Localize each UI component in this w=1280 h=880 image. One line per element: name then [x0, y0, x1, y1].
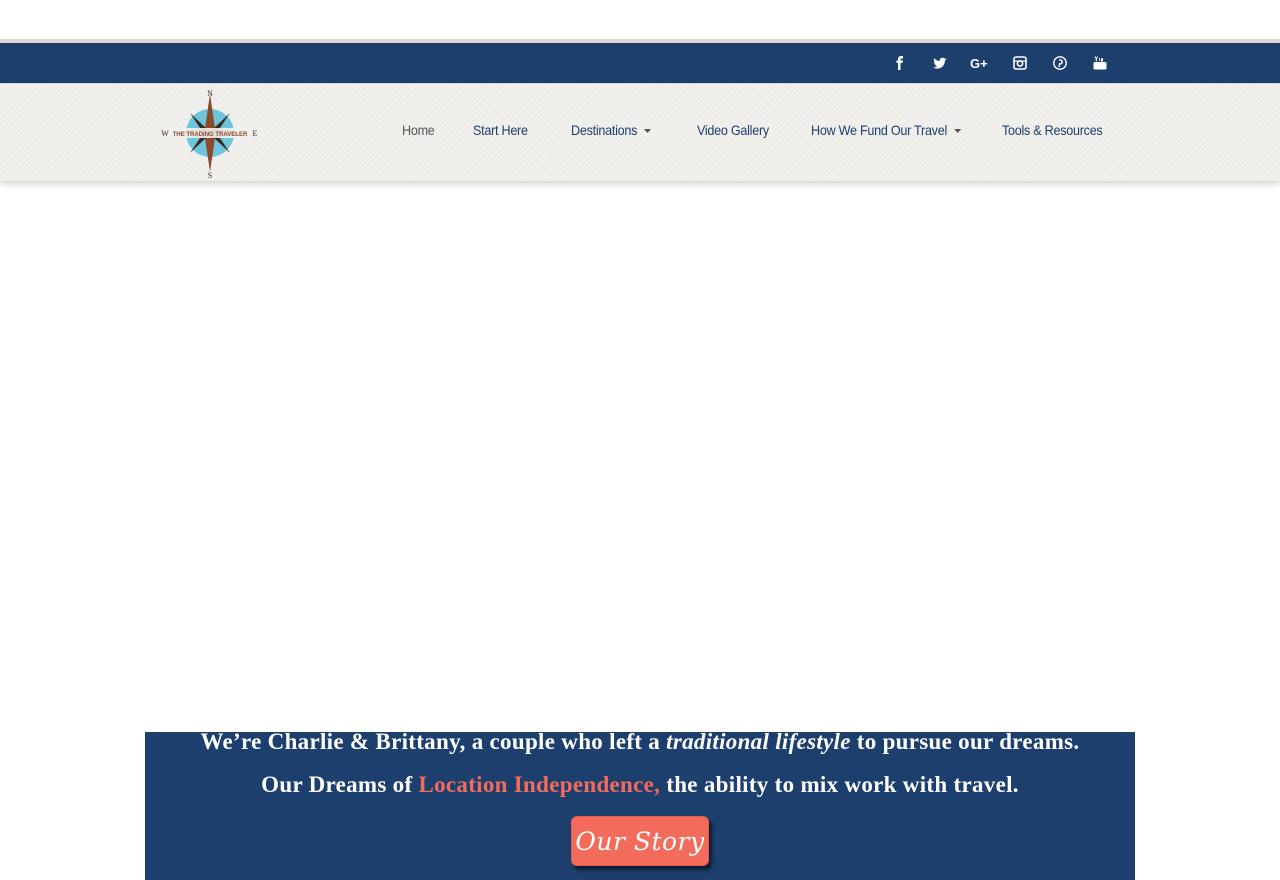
youtube-icon[interactable] [1090, 53, 1110, 73]
caret-down-icon [954, 129, 962, 134]
svg-text:G+: G+ [970, 56, 988, 70]
logo-west: W [161, 129, 169, 138]
logo-text: THE TRADING TRAVELER [173, 132, 248, 138]
nav-start-here-label: Start Here [473, 122, 528, 138]
intro-line-2-start: Our Dreams of [261, 772, 419, 797]
nav-video-gallery[interactable]: Video Gallery [697, 122, 769, 138]
our-story-button-label: Our Story [575, 826, 705, 856]
intro-line-1: We’re Charlie & Brittany, a couple who l… [145, 729, 1135, 755]
top-whitespace [0, 0, 1280, 40]
site-logo[interactable]: THE TRADING TRAVELER N E S W [160, 86, 260, 180]
social-bar: G+ [0, 43, 1280, 83]
intro-line-2: Our Dreams of Location Independence, the… [145, 772, 1135, 798]
intro-line-1-emphasis: traditional lifestyle [666, 729, 851, 754]
nav-tools-resources[interactable]: Tools & Resources [1002, 122, 1103, 138]
intro-line-1-end: to pursue our dreams. [850, 729, 1080, 754]
intro-line-1-start: We’re Charlie & Brittany, a couple who l… [200, 729, 667, 754]
nav-how-we-fund[interactable]: How We Fund Our Travel [811, 122, 962, 138]
nav-start-here[interactable]: Start Here [473, 122, 528, 138]
main-navbar: THE TRADING TRAVELER N E S W Home Start … [0, 83, 1280, 181]
nav-how-we-fund-label: How We Fund Our Travel [811, 122, 947, 138]
nav-destinations-label: Destinations [571, 122, 638, 138]
logo-east: E [253, 129, 258, 138]
logo-south: S [208, 171, 212, 180]
pinterest-icon[interactable] [1050, 53, 1070, 73]
nav-destinations[interactable]: Destinations [571, 122, 652, 138]
nav-home[interactable]: Home [402, 122, 435, 138]
twitter-icon[interactable] [930, 53, 950, 73]
nav-home-label: Home [402, 122, 435, 138]
logo-north: N [207, 89, 213, 98]
intro-line-2-highlight: Location Independence, [418, 772, 661, 797]
intro-banner: We’re Charlie & Brittany, a couple who l… [145, 729, 1135, 880]
instagram-icon[interactable] [1010, 53, 1030, 73]
facebook-icon[interactable] [890, 53, 910, 73]
nav-video-gallery-label: Video Gallery [697, 122, 769, 138]
google-plus-icon[interactable]: G+ [970, 53, 990, 73]
caret-down-icon [644, 129, 652, 134]
our-story-button[interactable]: Our Story [571, 816, 709, 866]
nav-tools-resources-label: Tools & Resources [1002, 122, 1103, 138]
intro-line-2-end: the ability to mix work with travel. [660, 772, 1019, 797]
